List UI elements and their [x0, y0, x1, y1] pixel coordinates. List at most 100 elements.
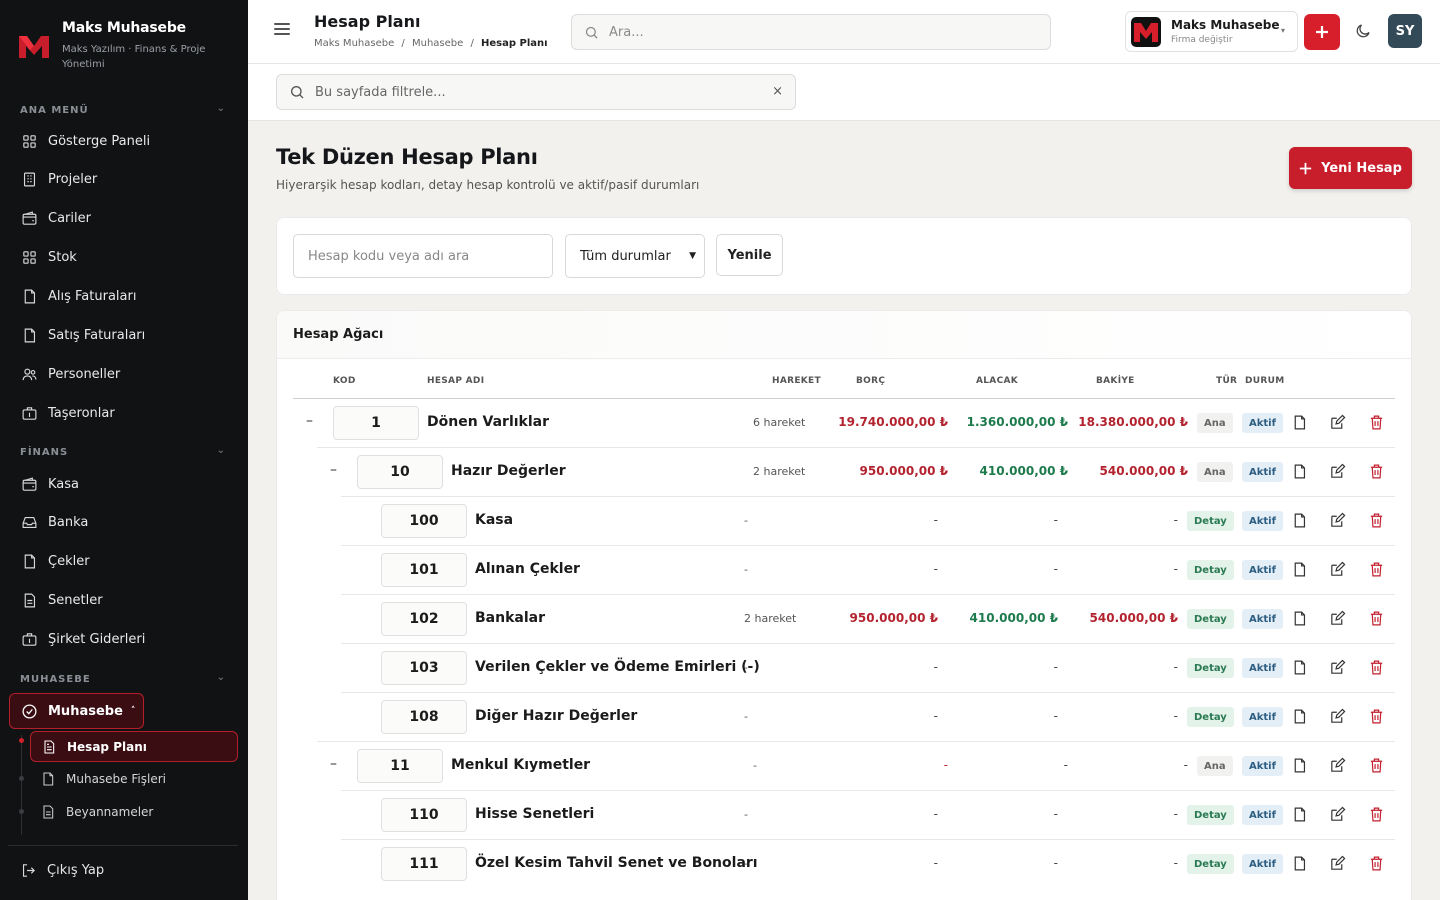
debit-amount: -: [933, 856, 938, 870]
theme-toggle[interactable]: [1354, 22, 1374, 42]
table-row[interactable]: 100 Kasa - - - - Detay Aktif: [341, 496, 1395, 545]
table-row[interactable]: 111 Özel Kesim Tahvil Senet ve Bonoları - -…: [341, 839, 1395, 888]
account-code: 10: [357, 455, 443, 489]
page-title: Hesap Planı: [314, 12, 421, 31]
sidebar-item-label: Banka: [48, 515, 89, 531]
sidebar-subitem-beyannameler[interactable]: Beyannameler: [30, 796, 238, 827]
account-search-input[interactable]: [293, 234, 553, 278]
sidebar-item-gösterge-paneli[interactable]: Gösterge Paneli: [20, 128, 230, 154]
edit-icon[interactable]: [1329, 855, 1347, 873]
table-row[interactable]: – 1 Dönen Varlıklar 6 hareket 19.740.000,00 …: [293, 398, 1395, 447]
document-icon[interactable]: [1291, 463, 1309, 481]
collapse-toggle[interactable]: –: [330, 756, 337, 772]
document-icon[interactable]: [1291, 757, 1309, 775]
section-muhasebe[interactable]: MUHASEBE ⌄: [20, 672, 230, 685]
section-label: ANA MENÜ: [20, 105, 89, 116]
global-search[interactable]: [571, 14, 1051, 50]
document-icon[interactable]: [1291, 414, 1309, 432]
table-row[interactable]: 108 Diğer Hazır Değerler - - - - Detay Aktif: [341, 692, 1395, 741]
brand[interactable]: Maks Muhasebe Maks Yazılım · Finans & Pr…: [16, 18, 236, 78]
firm-switcher[interactable]: Maks Muhasebe Firma değiştir ▾: [1125, 11, 1298, 52]
table-row[interactable]: – 10 Hazır Değerler 2 hareket 950.000,00 ₺ 41…: [317, 447, 1395, 496]
trash-icon[interactable]: [1368, 561, 1386, 579]
sidebar-item-stok[interactable]: Stok: [20, 245, 230, 271]
collapse-toggle[interactable]: –: [330, 462, 337, 478]
edit-icon[interactable]: [1329, 512, 1347, 530]
table-row[interactable]: –11 Menkul Kıymetler - - - - Ana Aktif: [317, 741, 1395, 790]
balance-amount: -: [1183, 758, 1188, 772]
sidebar-item-çekler[interactable]: Çekler: [20, 549, 230, 575]
sidebar-item-alış-faturaları[interactable]: Alış Faturaları: [20, 284, 230, 310]
section-ana-menu[interactable]: ANA MENÜ ⌄: [20, 103, 230, 116]
account-name: Menkul Kıymetler: [451, 757, 591, 773]
trash-icon[interactable]: [1368, 512, 1386, 530]
sidebar-subitem-hesap-plani[interactable]: Hesap Planı: [30, 731, 238, 762]
table-row[interactable]: 110 Hisse Senetleri - - - - Detay Aktif: [341, 790, 1395, 839]
close-icon[interactable]: ×: [772, 84, 783, 99]
table-row[interactable]: 102 Bankalar 2 hareket 950.000,00 ₺ 410.000,…: [341, 594, 1395, 643]
document-icon[interactable]: [1291, 708, 1309, 726]
trash-icon[interactable]: [1368, 855, 1386, 873]
edit-icon[interactable]: [1329, 708, 1347, 726]
sidebar-item-senetler[interactable]: Senetler: [20, 588, 230, 614]
document-icon[interactable]: [1291, 512, 1309, 530]
breadcrumb-item[interactable]: Muhasebe: [412, 38, 463, 49]
credit-amount: 1.360.000,00 ₺: [966, 415, 1068, 429]
grid-icon: [20, 249, 38, 267]
new-account-button[interactable]: Yeni Hesap: [1289, 147, 1412, 189]
inbox-icon: [20, 514, 38, 532]
edit-icon[interactable]: [1329, 806, 1347, 824]
document-icon[interactable]: [1291, 610, 1309, 628]
document-icon[interactable]: [1291, 561, 1309, 579]
edit-icon[interactable]: [1329, 414, 1347, 432]
trash-icon[interactable]: [1368, 610, 1386, 628]
trash-icon[interactable]: [1368, 708, 1386, 726]
sidebar-item-cariler[interactable]: Cariler: [20, 206, 230, 232]
edit-icon[interactable]: [1329, 659, 1347, 677]
trash-icon[interactable]: [1368, 463, 1386, 481]
sidebar-item-şirket-giderleri[interactable]: Şirket Giderleri: [20, 627, 230, 653]
global-search-input[interactable]: [609, 24, 1029, 40]
sidebar-subitem-muhasebe-fisleri[interactable]: Muhasebe Fişleri: [30, 763, 238, 794]
collapse-toggle[interactable]: –: [306, 413, 313, 429]
document-icon[interactable]: [1291, 806, 1309, 824]
avatar[interactable]: SY: [1388, 14, 1422, 48]
sidebar-item-banka[interactable]: Banka: [20, 510, 230, 536]
section-finans[interactable]: FİNANS ⌄: [20, 445, 230, 458]
sidebar-item-kasa[interactable]: Kasa: [20, 471, 230, 497]
movement-count: -: [753, 759, 757, 772]
trash-icon[interactable]: [1368, 659, 1386, 677]
chevron-down-icon: ▼: [689, 251, 696, 261]
refresh-button[interactable]: Yenile: [716, 234, 783, 276]
balance-amount: -: [1173, 856, 1178, 870]
table-row[interactable]: 103 Verilen Çekler ve Ödeme Emirleri (-) -…: [341, 643, 1395, 692]
edit-icon[interactable]: [1329, 757, 1347, 775]
sidebar-item-projeler[interactable]: Projeler: [20, 167, 230, 193]
sidebar-item-label: Stok: [48, 250, 77, 266]
sidebar-subitem-label: Muhasebe Fişleri: [66, 771, 166, 786]
page-filter[interactable]: ×: [276, 74, 796, 110]
breadcrumb-item[interactable]: Maks Muhasebe: [314, 38, 394, 49]
page-filter-input[interactable]: [315, 84, 755, 100]
sidebar-item-satış-faturaları[interactable]: Satış Faturaları: [20, 323, 230, 349]
file-text-icon: [20, 592, 38, 610]
sidebar-item-muhasebe[interactable]: Muhasebe ˄: [9, 693, 144, 729]
sidebar-item-taşeronlar[interactable]: Taşeronlar: [20, 400, 230, 426]
document-icon[interactable]: [1291, 659, 1309, 677]
credit-amount: -: [1063, 758, 1068, 772]
edit-icon[interactable]: [1329, 561, 1347, 579]
table-row[interactable]: 101 Alınan Çekler - - - - Detay Aktif: [341, 545, 1395, 594]
trash-icon[interactable]: [1368, 757, 1386, 775]
hamburger-menu-icon[interactable]: [274, 20, 296, 42]
trash-icon[interactable]: [1368, 414, 1386, 432]
edit-icon[interactable]: [1329, 610, 1347, 628]
account-type-badge: Detay: [1187, 511, 1234, 531]
trash-icon[interactable]: [1368, 806, 1386, 824]
edit-icon[interactable]: [1329, 463, 1347, 481]
document-icon[interactable]: [1291, 855, 1309, 873]
quick-add-button[interactable]: [1304, 14, 1340, 50]
status-select[interactable]: Tüm durumlar ▼: [565, 234, 705, 278]
logout-button[interactable]: Çıkış Yap: [20, 857, 104, 883]
sidebar-item-personeller[interactable]: Personeller: [20, 361, 230, 387]
debit-amount: 19.740.000,00 ₺: [838, 415, 948, 429]
